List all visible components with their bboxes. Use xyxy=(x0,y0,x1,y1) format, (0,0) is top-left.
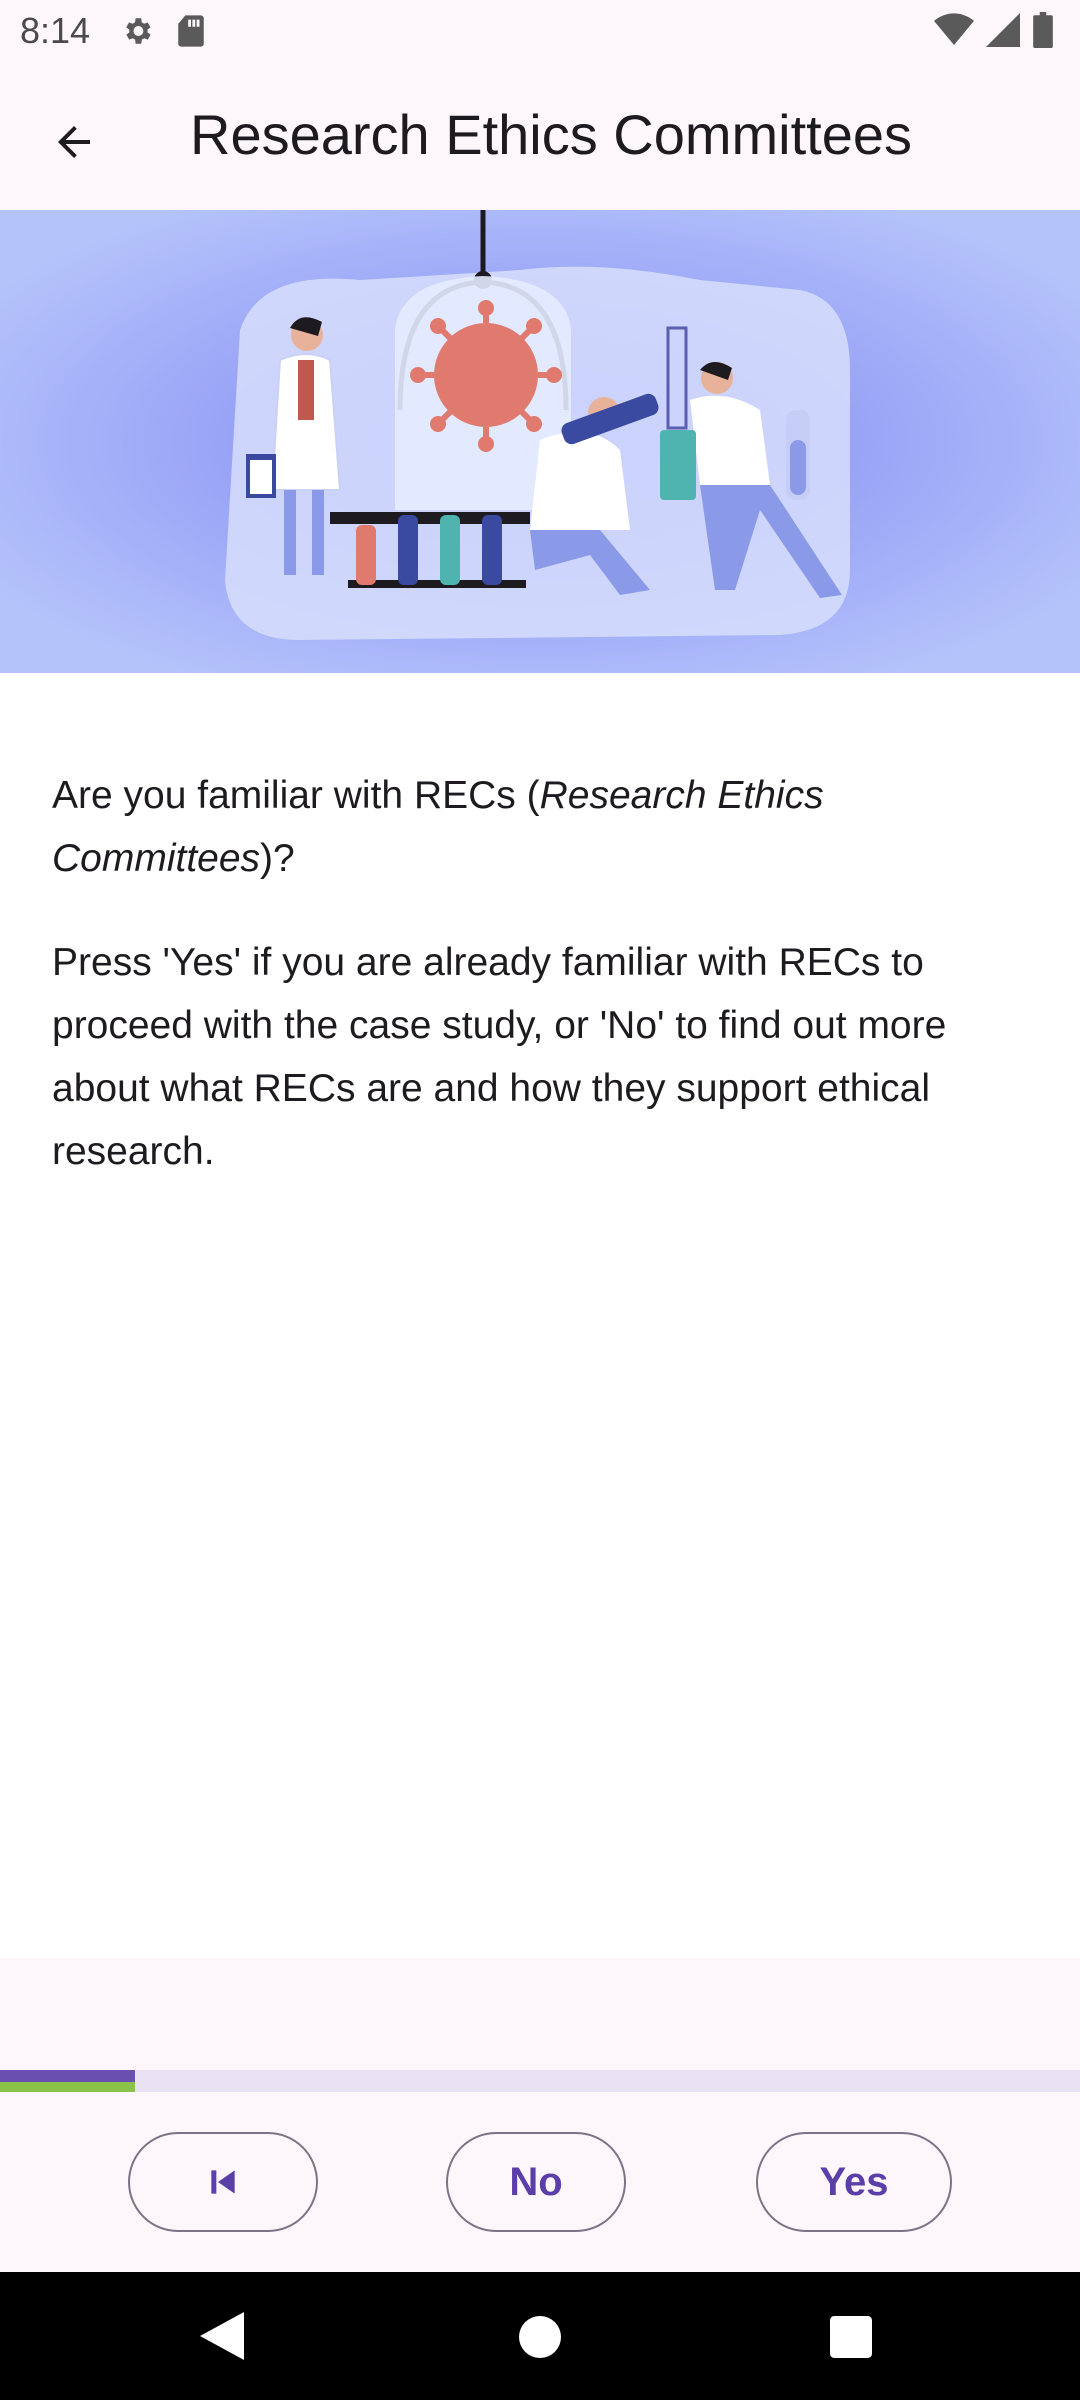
status-icons-left xyxy=(120,14,206,48)
nav-recents-icon[interactable] xyxy=(830,2316,872,2358)
lab-illustration xyxy=(0,210,1080,673)
content: Are you familiar with RECs (Research Eth… xyxy=(52,764,1032,1183)
virus-icon xyxy=(410,300,562,452)
arrow-back-icon xyxy=(58,126,90,158)
back-button[interactable] xyxy=(34,102,114,182)
status-bar: 8:14 xyxy=(0,0,1080,62)
question-text: Are you familiar with RECs (Research Eth… xyxy=(52,764,1032,890)
status-icons-right xyxy=(934,12,1054,48)
progress-fill xyxy=(0,2070,135,2092)
wifi-icon xyxy=(934,13,974,46)
progress-fill-primary xyxy=(0,2070,135,2082)
system-nav-bar xyxy=(0,2272,1080,2400)
page-title: Research Ethics Committees xyxy=(190,103,913,166)
instructions-text: Press 'Yes' if you are already familiar … xyxy=(52,941,947,1173)
progress-bar xyxy=(0,2070,1080,2092)
skip-to-start-button[interactable] xyxy=(128,2132,318,2232)
gear-icon xyxy=(126,18,151,44)
signal-icon xyxy=(986,13,1020,47)
progress-fill-secondary xyxy=(0,2082,135,2092)
nav-home-icon[interactable] xyxy=(519,2316,561,2358)
bottom-surface xyxy=(0,1958,1080,2070)
app-bar: Research Ethics Committees xyxy=(0,62,1080,210)
skip-previous-icon xyxy=(211,2170,235,2194)
button-row: No Yes xyxy=(0,2092,1080,2272)
question-prefix: Are you familiar with RECs ( xyxy=(52,774,540,817)
question-suffix: )? xyxy=(260,837,295,880)
yes-button[interactable]: Yes xyxy=(756,2132,952,2232)
nav-back-icon[interactable] xyxy=(200,2312,244,2360)
sd-card-icon xyxy=(178,15,204,47)
status-time: 8:14 xyxy=(20,10,91,51)
no-button[interactable]: No xyxy=(446,2132,626,2232)
hero-illustration xyxy=(0,210,1080,673)
battery-icon xyxy=(1033,12,1053,48)
